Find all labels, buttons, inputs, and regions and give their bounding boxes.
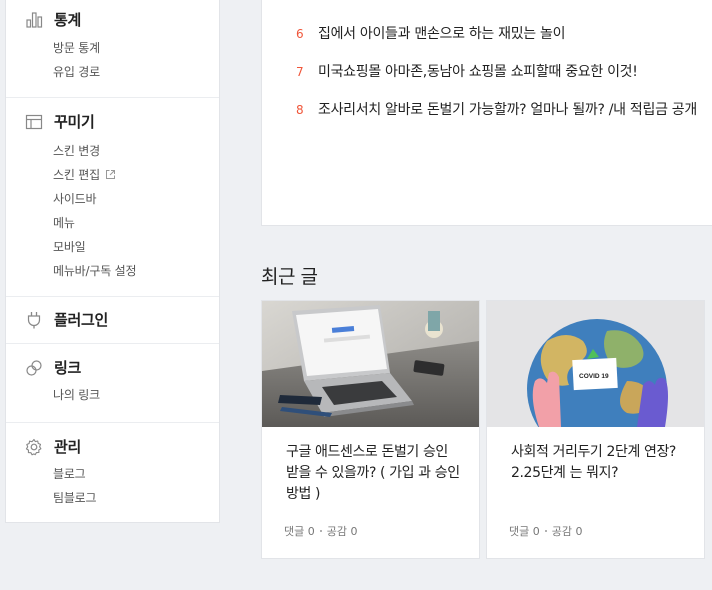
bar-chart-icon [24,10,44,30]
laptop-google-photo[interactable] [262,301,479,427]
sidebar-item-mobile[interactable]: 모바일 [53,238,86,255]
popular-posts-card: 6 집에서 아이들과 맨손으로 하는 재밌는 놀이 7 미국쇼핑몰 아마존,동남아 … [261,0,712,226]
customize-title: 꾸미기 [54,113,95,131]
comment-count: 댓글 0 [284,525,315,538]
popular-rank: 8 [296,103,304,117]
sidebar-section-stats: 통계 방문 통계 유입 경로 [6,0,219,98]
sidebar-item-my-links[interactable]: 나의 링크 [53,386,100,403]
globe-covid-photo[interactable]: COVID 19 [487,301,704,427]
recent-post-card[interactable]: COVID 19 사회적 거리두기 2단계 연장? 2.25단계 는 뭐지? 댓… [486,300,705,559]
like-count: 공감 0 [326,525,358,538]
plugin-header[interactable]: 플러그인 [24,309,108,330]
admin-sidebar: 통계 방문 통계 유입 경로 꾸미기 스킨 변경 스킨 편집 사이드바 메뉴 모… [5,0,220,523]
sidebar-item-skin-edit[interactable]: 스킨 편집 [53,166,116,183]
sidebar-item-skin-change[interactable]: 스킨 변경 [53,142,100,159]
like-count: 공감 0 [551,525,583,538]
sidebar-item-menubar-subscribe[interactable]: 메뉴바/구독 설정 [53,262,137,279]
post-meta: 댓글 0 공감 0 [284,523,358,539]
plug-icon [24,310,44,330]
link-icon [24,358,44,378]
skin-edit-label: 스킨 편집 [53,168,100,182]
recent-posts-heading: 최근 글 [261,266,318,288]
popular-post-title: 집에서 아이들과 맨손으로 하는 재밌는 놀이 [318,26,566,42]
external-link-icon [105,169,116,183]
popular-rank: 6 [296,27,304,41]
comment-count: 댓글 0 [509,525,540,538]
popular-post-row[interactable]: 8 조사리서치 알바로 돈벌기 가능할까? 얼마나 될까? /내 적립금 공개 [296,99,697,119]
sidebar-section-customize: 꾸미기 스킨 변경 스킨 편집 사이드바 메뉴 모바일 메뉴바/구독 설정 [6,97,219,297]
link-title: 링크 [54,359,82,377]
stats-title: 통계 [54,11,82,29]
sidebar-item-sidebar[interactable]: 사이드바 [53,190,97,207]
sidebar-item-menu[interactable]: 메뉴 [53,214,75,231]
link-header[interactable]: 링크 [24,357,81,378]
post-meta: 댓글 0 공감 0 [509,523,583,539]
meta-separator [319,530,322,532]
manage-title: 관리 [54,438,82,456]
sidebar-item-team-blog[interactable]: 팀블로그 [53,489,97,506]
sidebar-item-referrer[interactable]: 유입 경로 [53,63,100,80]
plugin-title: 플러그인 [54,311,109,329]
popular-rank: 7 [296,65,304,79]
popular-post-row[interactable]: 7 미국쇼핑몰 아마존,동남아 쇼핑몰 쇼피할때 중요한 이것! [296,61,638,81]
stats-header[interactable]: 통계 [24,9,81,30]
sidebar-section-manage: 관리 블로그 팀블로그 [6,422,219,522]
popular-post-title: 미국쇼핑몰 아마존,동남아 쇼핑몰 쇼피할때 중요한 이것! [318,64,638,80]
sidebar-section-link: 링크 나의 링크 [6,343,219,423]
recent-post-title: 사회적 거리두기 2단계 연장? 2.25단계 는 뭐지? [511,444,676,481]
manage-header[interactable]: 관리 [24,436,81,457]
covid-sticker-text: COVID 19 [579,373,609,380]
popular-post-row[interactable]: 6 집에서 아이들과 맨손으로 하는 재밌는 놀이 [296,23,566,43]
recent-post-title: 구글 애드센스로 돈벌기 승인 받을 수 있을까? ( 가입 과 승인 방법 ) [286,444,460,502]
layout-icon [24,112,44,132]
customize-header[interactable]: 꾸미기 [24,111,95,132]
recent-post-card[interactable]: 구글 애드센스로 돈벌기 승인 받을 수 있을까? ( 가입 과 승인 방법 )… [261,300,480,559]
sidebar-section-plugin: 플러그인 [6,296,219,344]
sidebar-item-visit-stats[interactable]: 방문 통계 [53,39,100,56]
meta-separator [544,530,547,532]
gear-icon [24,437,44,457]
sidebar-item-blog[interactable]: 블로그 [53,465,86,482]
popular-post-title: 조사리서치 알바로 돈벌기 가능할까? 얼마나 될까? /내 적립금 공개 [318,102,697,118]
